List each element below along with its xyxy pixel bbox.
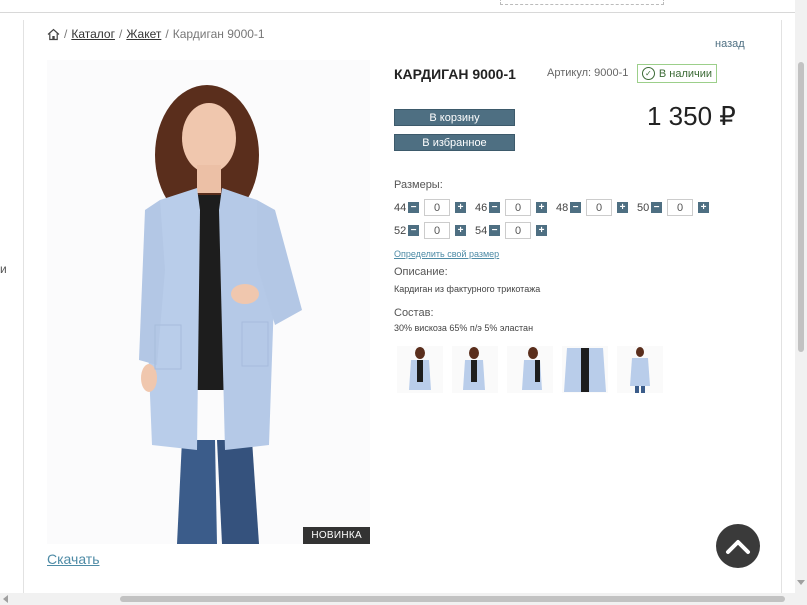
plus-icon[interactable]: + [536,202,547,213]
description-text: Кардиган из фактурного трикотажа [394,284,541,294]
add-to-favorites-button[interactable]: В избранное [394,134,515,151]
find-size-link[interactable]: Определить свой размер [394,249,499,259]
composition-text: 30% вискоза 65% п/э 5% эластан [394,323,534,333]
thumbnail-gallery [397,346,663,393]
minus-icon[interactable]: − [489,202,500,213]
minus-icon[interactable]: − [408,225,419,236]
breadcrumb-current: Кардиган 9000-1 [172,27,265,41]
right-divider [781,20,782,595]
size-number: 52 [394,224,407,237]
minus-icon[interactable]: − [408,202,419,213]
sizes-row-1: 44 − 0 + 46 − 0 + 48 − 0 + 50 − 0 + [394,199,718,216]
stock-badge: ✓ В наличии [637,64,717,83]
quantity-field[interactable]: 0 [667,199,693,216]
size-stepper-50: 50 − 0 + [637,199,709,216]
product-title: КАРДИГАН 9000-1 [394,66,516,82]
product-price: 1 350 ₽ [647,101,736,131]
new-badge: НОВИНКА [303,527,370,544]
plus-icon[interactable]: + [698,202,709,213]
size-number: 50 [637,201,650,214]
breadcrumb-jacket[interactable]: Жакет [126,27,161,41]
product-photo[interactable]: НОВИНКА [47,60,370,544]
top-bar [0,0,795,13]
breadcrumb-catalog[interactable]: Каталог [71,27,115,41]
thumbnail[interactable] [507,346,553,393]
size-stepper-44: 44 − 0 + [394,199,466,216]
scroll-to-top-button[interactable] [716,524,760,568]
size-stepper-48: 48 − 0 + [556,199,628,216]
stock-label: В наличии [658,67,713,80]
plus-icon[interactable]: + [617,202,628,213]
horizontal-scrollbar[interactable] [0,593,807,605]
scroll-down-arrow-icon[interactable] [797,580,805,585]
minus-icon[interactable]: − [489,225,500,236]
chevron-up-icon [726,540,750,554]
quantity-field[interactable]: 0 [505,222,531,239]
plus-icon[interactable]: + [455,225,466,236]
plus-icon[interactable]: + [536,225,547,236]
minus-icon[interactable]: − [651,202,662,213]
add-to-cart-button[interactable]: В корзину [394,109,515,126]
sizes-label: Размеры: [394,179,443,191]
size-stepper-54: 54 − 0 + [475,222,547,239]
quantity-field[interactable]: 0 [505,199,531,216]
description-label: Описание: [394,266,448,278]
scroll-left-arrow-icon[interactable] [3,595,8,603]
size-number: 54 [475,224,488,237]
size-number: 48 [556,201,569,214]
model-illustration [47,60,370,544]
top-dashed-box [500,0,664,5]
composition-label: Состав: [394,307,434,319]
size-stepper-52: 52 − 0 + [394,222,466,239]
home-icon[interactable] [47,28,60,41]
product-sku: Артикул: 9000-1 [547,67,629,79]
breadcrumb: / Каталог / Жакет / Кардиган 9000-1 [47,27,265,41]
minus-icon[interactable]: − [570,202,581,213]
thumbnail[interactable] [397,346,443,393]
back-link[interactable]: назад [715,38,745,50]
check-circle-icon: ✓ [641,67,655,80]
size-number: 44 [394,201,407,214]
plus-icon[interactable]: + [455,202,466,213]
vertical-scrollbar[interactable] [795,0,807,593]
sizes-row-2: 52 − 0 + 54 − 0 + [394,222,556,239]
quantity-field[interactable]: 0 [424,199,450,216]
horizontal-scroll-thumb[interactable] [120,596,785,602]
download-link[interactable]: Скачать [47,551,100,567]
quantity-field[interactable]: 0 [424,222,450,239]
quantity-field[interactable]: 0 [586,199,612,216]
left-divider [23,20,24,595]
thumbnail[interactable] [617,346,663,393]
left-edge-text: и [0,262,7,276]
thumbnail[interactable] [562,346,608,393]
size-number: 46 [475,201,488,214]
size-stepper-46: 46 − 0 + [475,199,547,216]
thumbnail[interactable] [452,346,498,393]
vertical-scroll-thumb[interactable] [798,62,804,352]
